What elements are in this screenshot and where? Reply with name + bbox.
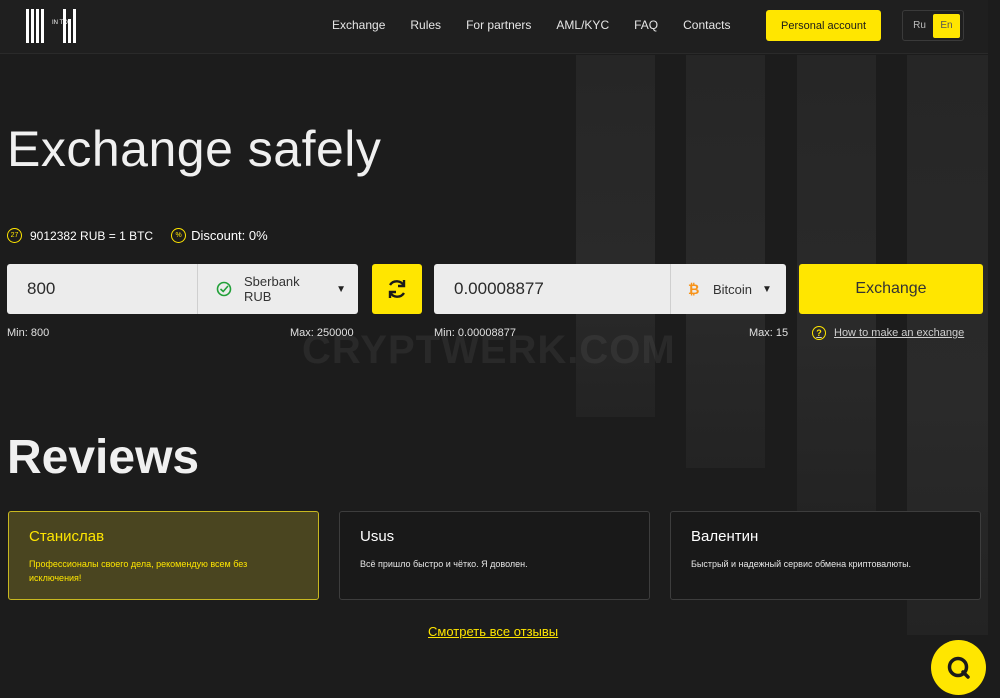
svg-text:₿: ₿ (688, 282, 699, 297)
review-text: Профессионалы своего дела, рекомендую вс… (29, 559, 248, 583)
rate-badge-icon: 27 (7, 228, 22, 243)
chat-icon (947, 656, 970, 679)
give-currency-label: Sberbank RUB (244, 274, 300, 304)
lang-ru[interactable]: Ru (906, 14, 933, 38)
reviews-title: Reviews (7, 431, 200, 484)
give-min: Min: 800 (7, 327, 50, 339)
logo[interactable]: IN TO (26, 9, 78, 43)
logo-icon: IN TO (26, 9, 76, 43)
get-field: 0.00008877 ₿ Bitcoin ▼ (434, 264, 786, 314)
question-icon: ? (812, 326, 826, 340)
give-field: 800 Sberbank RUB ▼ (7, 264, 358, 314)
sberbank-icon (216, 281, 232, 297)
lang-en[interactable]: En (933, 13, 960, 38)
get-amount-input[interactable]: 0.00008877 (434, 279, 670, 299)
bitcoin-icon: ₿ (687, 281, 701, 297)
percent-icon: % (171, 228, 187, 243)
get-currency-select[interactable]: ₿ Bitcoin ▼ (670, 264, 786, 314)
exchange-rate: 9012382 RUB = 1 BTC (30, 228, 154, 243)
personal-account-button[interactable]: Personal account (766, 10, 881, 41)
nav-exchange[interactable]: Exchange (332, 18, 385, 32)
discount-label: Discount: 0% (191, 228, 268, 243)
swap-button[interactable] (372, 264, 422, 314)
get-currency-label: Bitcoin (713, 281, 753, 297)
chat-button[interactable] (931, 640, 986, 695)
give-amount-input[interactable]: 800 (7, 279, 197, 299)
chevron-down-icon: ▼ (336, 283, 346, 295)
nav-contacts[interactable]: Contacts (683, 18, 730, 32)
review-card[interactable]: Валентин Быстрый и надежный сервис обмен… (670, 511, 981, 600)
language-switcher: Ru En (902, 10, 964, 41)
all-reviews-link[interactable]: Смотреть все отзывы (428, 624, 558, 639)
hero-title: Exchange safely (7, 121, 382, 177)
get-max: Max: 15 (749, 327, 789, 339)
refresh-icon (388, 280, 406, 298)
give-currency-select[interactable]: Sberbank RUB ▼ (197, 264, 358, 314)
how-to-exchange-link[interactable]: ? How to make an exchange (812, 326, 964, 340)
how-to-label: How to make an exchange (834, 327, 965, 339)
review-author: Валентин (691, 528, 759, 545)
review-author: Usus (360, 528, 395, 545)
nav-rules[interactable]: Rules (410, 18, 441, 32)
discount: % Discount: 0% (171, 228, 268, 243)
nav-aml-kyc[interactable]: AML/KYC (556, 18, 609, 32)
chevron-down-icon: ▼ (762, 283, 772, 295)
nav-faq[interactable]: FAQ (634, 18, 658, 32)
review-card[interactable]: Станислав Профессионалы своего дела, рек… (8, 511, 319, 600)
main-nav: Exchange Rules For partners AML/KYC FAQ … (332, 18, 755, 32)
exchange-button[interactable]: Exchange (799, 264, 983, 314)
top-header: IN TO Exchange Rules For partners AML/KY… (0, 0, 988, 54)
review-text: Всё пришло быстро и чётко. Я доволен. (360, 559, 528, 569)
nav-for-partners[interactable]: For partners (466, 18, 531, 32)
watermark: CRYPTWERK.COM (302, 328, 676, 372)
rate-info: 27 9012382 RUB = 1 BTC % Discount: 0% (7, 228, 268, 243)
review-text: Быстрый и надежный сервис обмена криптов… (691, 559, 912, 569)
review-card[interactable]: Usus Всё пришло быстро и чётко. Я доволе… (339, 511, 650, 600)
review-author: Станислав (29, 528, 105, 545)
